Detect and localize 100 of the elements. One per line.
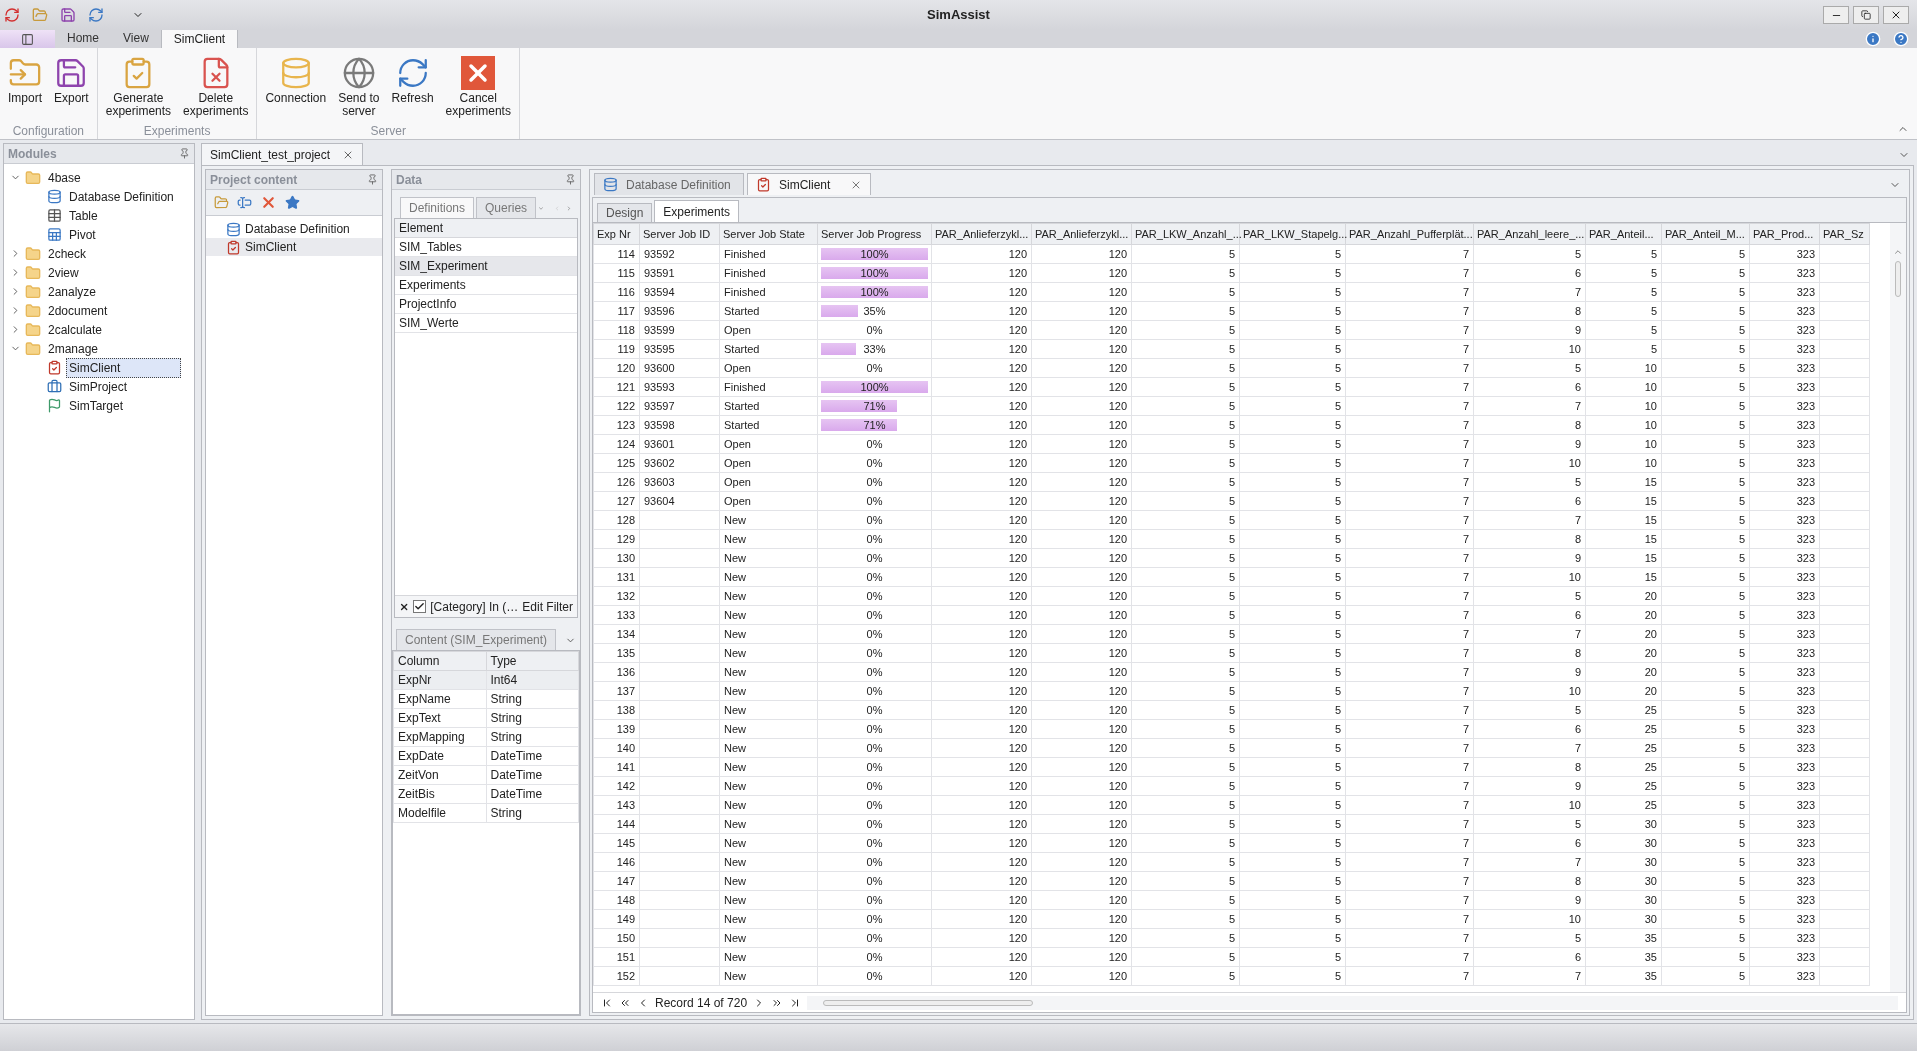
scrollbar-thumb[interactable] <box>823 999 1034 1006</box>
close-button[interactable] <box>1883 6 1909 24</box>
list-item[interactable]: SIM_Experiment <box>395 257 577 276</box>
ribbon-button[interactable]: Export <box>50 52 93 105</box>
tab[interactable]: Queries <box>476 197 537 218</box>
pin-icon[interactable] <box>565 174 576 185</box>
column-header[interactable]: PAR_LKW_Anzahl_... <box>1131 223 1240 245</box>
ribbon-tab[interactable]: Home <box>55 28 111 48</box>
open-folder-icon[interactable] <box>214 195 229 210</box>
tree-item[interactable]: 2calculate <box>45 319 106 340</box>
horizontal-scrollbar[interactable] <box>807 995 1898 1010</box>
table-row[interactable]: ExpText String <box>393 708 579 728</box>
column-header[interactable]: Server Job ID <box>639 223 720 245</box>
column-header[interactable]: PAR_Anzahl_leere_... <box>1473 223 1586 245</box>
table-row[interactable]: Modelfile String <box>393 803 579 823</box>
ribbon-button[interactable]: Cancel experiments <box>441 52 515 118</box>
tree-item[interactable]: SimClient <box>206 238 382 256</box>
first-record-icon[interactable] <box>601 996 613 1009</box>
refresh-icon[interactable] <box>88 7 104 23</box>
tree-item[interactable]: 2analyze <box>45 281 100 302</box>
table-row[interactable]: ExpName String <box>393 689 579 709</box>
list-item[interactable]: ProjectInfo <box>395 295 577 314</box>
tab[interactable]: Design <box>597 203 653 222</box>
rename-icon[interactable] <box>237 195 252 210</box>
ribbon-tab[interactable]: View <box>111 28 161 48</box>
tree-item[interactable]: SimTarget <box>66 395 127 416</box>
tree-item[interactable]: Database Definition <box>206 220 382 238</box>
progress-text: 33% <box>863 341 886 357</box>
ribbon-button[interactable]: Send to server <box>334 52 384 118</box>
column-header[interactable]: Server Job State <box>719 223 818 245</box>
restore-button[interactable] <box>1853 6 1879 24</box>
document-tab[interactable]: Database Definition <box>594 173 744 195</box>
table-cell: 5 <box>1473 472 1586 492</box>
table-row[interactable]: ExpDate DateTime <box>393 746 579 766</box>
table-cell: 7 <box>1473 282 1586 302</box>
column-header[interactable]: Column <box>393 651 486 671</box>
column-header[interactable]: PAR_Sz <box>1819 223 1870 245</box>
edit-filter-link[interactable]: Edit Filter <box>522 597 573 616</box>
table-cell: 323 <box>1749 548 1820 568</box>
column-header[interactable]: Type <box>486 651 579 671</box>
star-icon[interactable] <box>285 195 300 210</box>
scrollbar-thumb[interactable] <box>1895 261 1901 297</box>
tree-item[interactable]: 2document <box>45 300 111 321</box>
scroll-right-icon[interactable] <box>566 203 572 214</box>
ribbon-tab[interactable]: SimClient <box>160 28 239 48</box>
column-header[interactable]: PAR_Anteil_M... <box>1661 223 1750 245</box>
table-cell: ZeitBis <box>393 784 486 804</box>
tab[interactable]: Experiments <box>654 200 740 222</box>
table-cell: New <box>719 681 818 701</box>
table-cell: 93601 <box>639 434 720 454</box>
table-row[interactable]: ZeitBis DateTime <box>393 784 579 804</box>
ribbon-button[interactable]: Connection <box>261 52 331 105</box>
tree-item[interactable]: 2view <box>45 262 82 283</box>
table-cell: 7 <box>1345 643 1474 663</box>
pin-icon[interactable] <box>367 174 378 185</box>
column-header[interactable]: PAR_Anteil... <box>1585 223 1662 245</box>
app-menu-button[interactable] <box>0 30 55 48</box>
help-icon[interactable] <box>1893 31 1909 47</box>
tree-item[interactable]: 2manage <box>45 338 102 359</box>
tree-item[interactable]: SimClient <box>66 357 182 378</box>
save-icon[interactable] <box>60 7 76 23</box>
column-header[interactable]: PAR_Anzahl_Pufferplät... <box>1345 223 1474 245</box>
tree-item[interactable]: Table <box>66 205 101 226</box>
column-header[interactable]: Exp Nr <box>593 223 640 245</box>
table-cell: 120 <box>1031 529 1132 549</box>
scroll-up-icon[interactable] <box>1893 247 1903 257</box>
filter-checkbox[interactable] <box>413 600 427 613</box>
column-header[interactable]: Server Job Progress <box>817 223 932 245</box>
ribbon-button[interactable]: Import <box>4 52 46 105</box>
pin-icon[interactable] <box>179 148 190 159</box>
info-icon[interactable] <box>1865 31 1881 47</box>
table-cell: 120 <box>931 358 1032 378</box>
open-folder-icon[interactable] <box>32 7 48 23</box>
column-header[interactable]: PAR_Anlieferzykl... <box>1031 223 1132 245</box>
table-cell: 30 <box>1585 890 1662 910</box>
ribbon-button[interactable]: Generate experiments <box>101 52 176 118</box>
list-item[interactable]: Experiments <box>395 276 577 295</box>
ribbon-button[interactable]: Delete experiments <box>179 52 253 118</box>
tree-item[interactable]: Pivot <box>66 224 99 245</box>
column-header[interactable]: PAR_Prod... <box>1749 223 1820 245</box>
delete-icon[interactable] <box>260 194 277 211</box>
vertical-scrollbar[interactable] <box>1890 223 1906 992</box>
column-header[interactable]: PAR_Anlieferzykl... <box>931 223 1032 245</box>
document-tab[interactable]: SimClient_test_project <box>201 143 364 165</box>
panel-title: Modules <box>8 145 57 163</box>
document-tab[interactable]: SimClient <box>747 173 872 195</box>
ribbon-button[interactable]: Refresh <box>387 52 438 105</box>
tab[interactable]: Content (SIM_Experiment) <box>396 629 557 650</box>
table-cell: 120 <box>1031 852 1132 872</box>
tree-item[interactable]: Database Definition <box>66 186 177 207</box>
column-header[interactable]: PAR_LKW_Stapelg... <box>1239 223 1346 245</box>
table-cell: 25 <box>1585 776 1662 796</box>
tree-item[interactable]: SimProject <box>66 376 130 397</box>
tab[interactable]: Definitions <box>400 197 475 218</box>
table-row[interactable]: ZeitVon DateTime <box>393 765 579 785</box>
list-item[interactable]: SIM_Werte <box>395 314 577 333</box>
table-row[interactable]: ExpMapping String <box>393 727 579 747</box>
tree-item[interactable]: 2check <box>45 243 90 264</box>
column-header[interactable]: Element <box>395 219 577 238</box>
tree-item[interactable]: 4base <box>45 167 84 188</box>
